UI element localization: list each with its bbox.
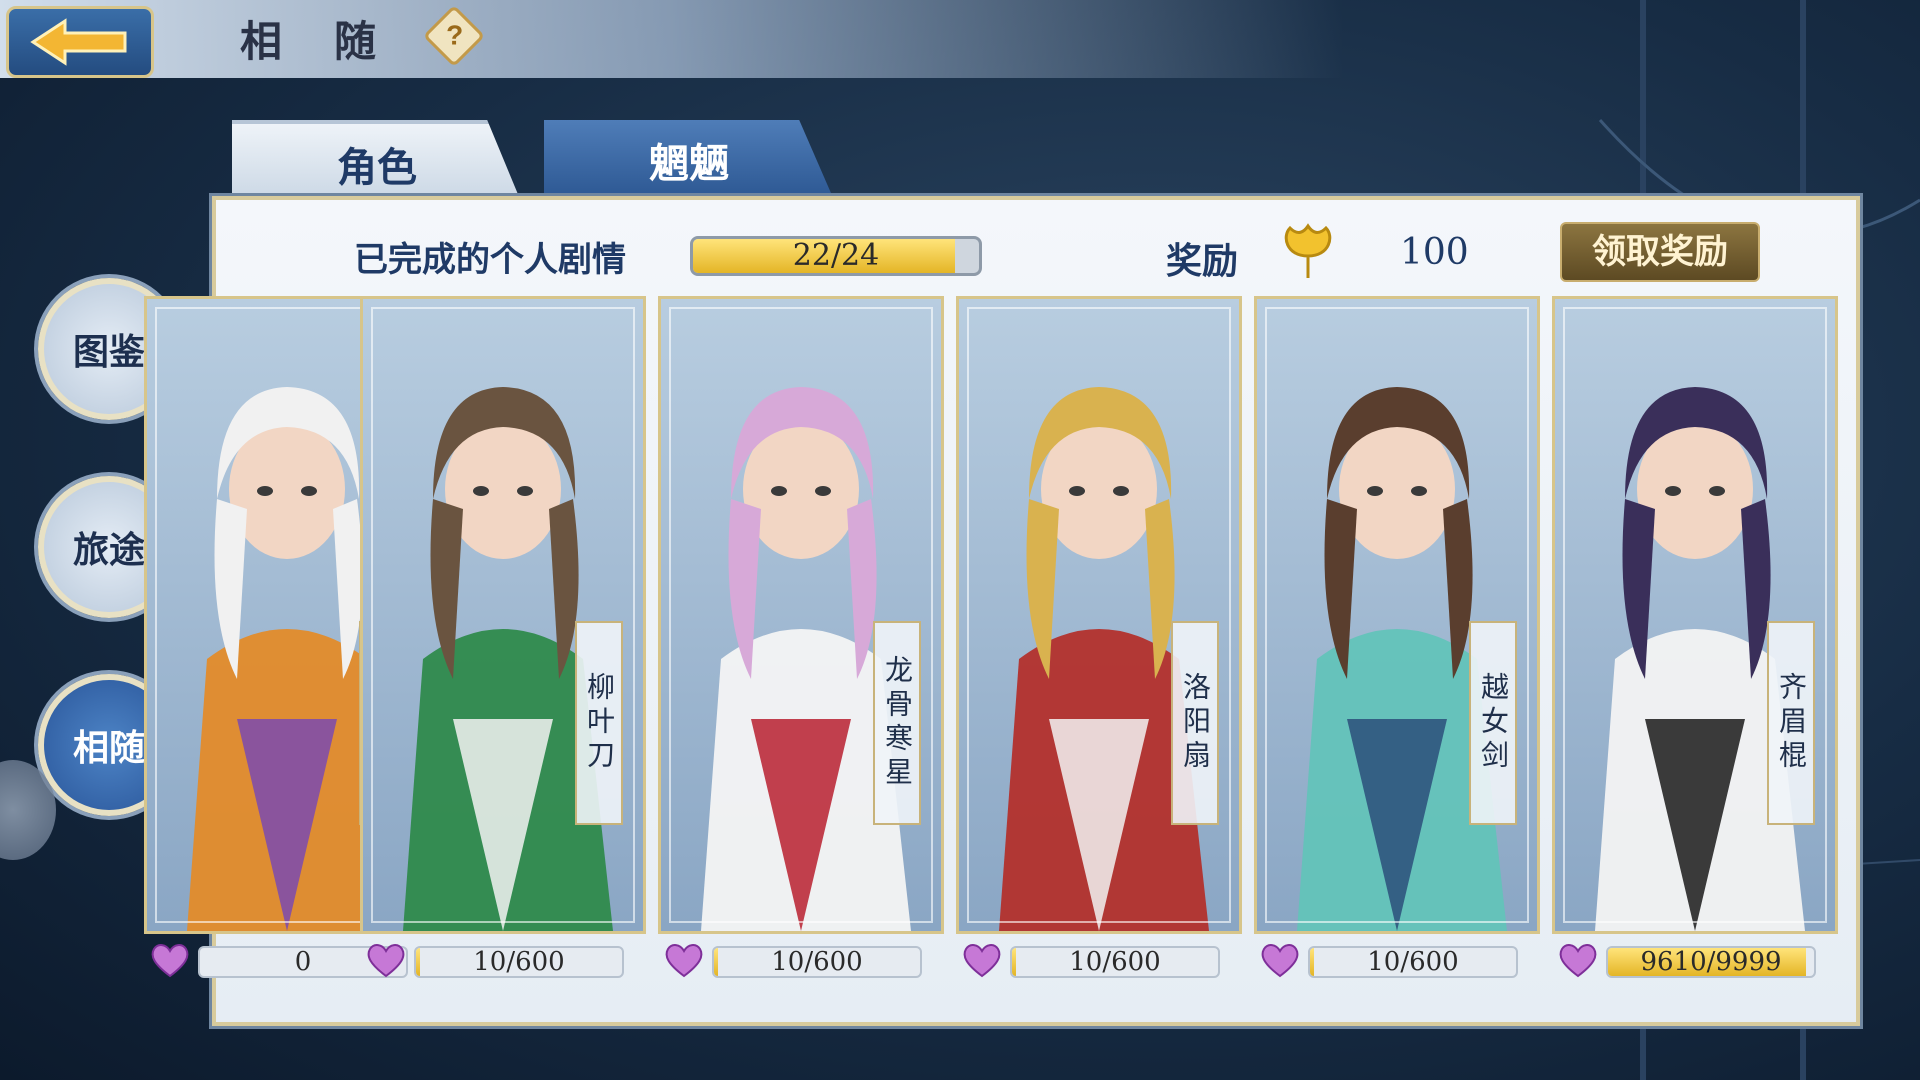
favor-bar: 10/600 — [1308, 946, 1518, 978]
page-title: 相随 — [240, 17, 429, 66]
heart-icon — [367, 944, 405, 978]
heart-icon — [963, 944, 1001, 978]
heart-icon — [1559, 944, 1597, 978]
companion-card[interactable]: 洛阳扇 10/600 — [956, 296, 1242, 986]
claim-reward-button[interactable]: 领取奖励 — [1560, 222, 1760, 282]
companion-card[interactable]: 龙骨寒星 10/600 — [658, 296, 944, 986]
heart-icon — [151, 944, 189, 978]
character-name: 越女剑 — [1469, 621, 1517, 825]
favor-text: 9610/9999 — [1640, 947, 1782, 977]
character-portrait — [1297, 387, 1507, 931]
favor-bar: 9610/9999 — [1606, 946, 1816, 978]
help-button[interactable]: ? — [422, 4, 486, 68]
tab-spirit[interactable]: 魍魉 — [544, 120, 834, 200]
favor-bar: 10/600 — [712, 946, 922, 978]
character-name: 柳叶刀 — [575, 621, 623, 825]
ginkgo-leaf-icon — [1284, 223, 1332, 278]
help-icon: ? — [446, 19, 464, 51]
favor-row: 10/600 — [658, 940, 944, 980]
favor-text: 10/600 — [1069, 947, 1161, 977]
back-arrow-icon — [30, 18, 127, 66]
character-portrait — [403, 387, 613, 931]
favor-text: 10/600 — [473, 947, 565, 977]
card-portrait-frame: 洛阳扇 — [956, 296, 1242, 934]
favor-row: 10/600 — [1254, 940, 1540, 980]
favor-row: 9610/9999 — [1552, 940, 1838, 980]
favor-bar: 10/600 — [1010, 946, 1220, 978]
back-button[interactable] — [6, 6, 154, 78]
character-name: 龙骨寒星 — [873, 621, 921, 825]
main-panel: 已完成的个人剧情 22/24 奖励 100 领取奖励 那迦0柳叶刀10/600龙… — [144, 196, 1860, 1026]
progress-text: 22/24 — [792, 238, 880, 273]
card-portrait-frame: 齐眉棍 — [1552, 296, 1838, 934]
favor-text: 10/600 — [1367, 947, 1459, 977]
top-bar: 相随 ? — [0, 0, 1920, 78]
companion-card-list: 那迦0柳叶刀10/600龙骨寒星10/600洛阳扇10/600越女剑10/600… — [144, 296, 1838, 996]
tab-role-label: 角色 — [337, 144, 417, 191]
nav-gallery-label: 图鉴 — [72, 331, 145, 373]
card-portrait-frame: 柳叶刀 — [360, 296, 646, 934]
character-portrait — [1595, 387, 1805, 931]
favor-row: 10/600 — [956, 940, 1242, 980]
companion-card[interactable]: 越女剑 10/600 — [1254, 296, 1540, 986]
heart-icon — [1261, 944, 1299, 978]
heart-icon — [665, 944, 703, 978]
favor-bar: 10/600 — [414, 946, 624, 978]
character-portrait — [999, 387, 1209, 931]
character-portrait — [701, 387, 911, 931]
story-progress-bar: 22/24 — [690, 236, 982, 276]
nav-journey-label: 旅途 — [72, 529, 145, 571]
companion-card[interactable]: 柳叶刀 10/600 — [360, 296, 646, 986]
reward-label: 奖励 — [1166, 240, 1239, 282]
favor-text: 10/600 — [771, 947, 863, 977]
character-name: 洛阳扇 — [1171, 621, 1219, 825]
tab-role[interactable]: 角色 — [232, 120, 522, 204]
companion-card[interactable]: 齐眉棍 9610/9999 — [1552, 296, 1838, 986]
character-name: 齐眉棍 — [1767, 621, 1815, 825]
progress-label: 已完成的个人剧情 — [354, 240, 626, 280]
favor-row: 10/600 — [360, 940, 646, 980]
nav-companion-label: 相随 — [72, 727, 145, 769]
card-portrait-frame: 越女剑 — [1254, 296, 1540, 934]
tab-spirit-label: 魍魉 — [649, 140, 729, 187]
reward-value: 100 — [1400, 232, 1469, 273]
card-portrait-frame: 龙骨寒星 — [658, 296, 944, 934]
